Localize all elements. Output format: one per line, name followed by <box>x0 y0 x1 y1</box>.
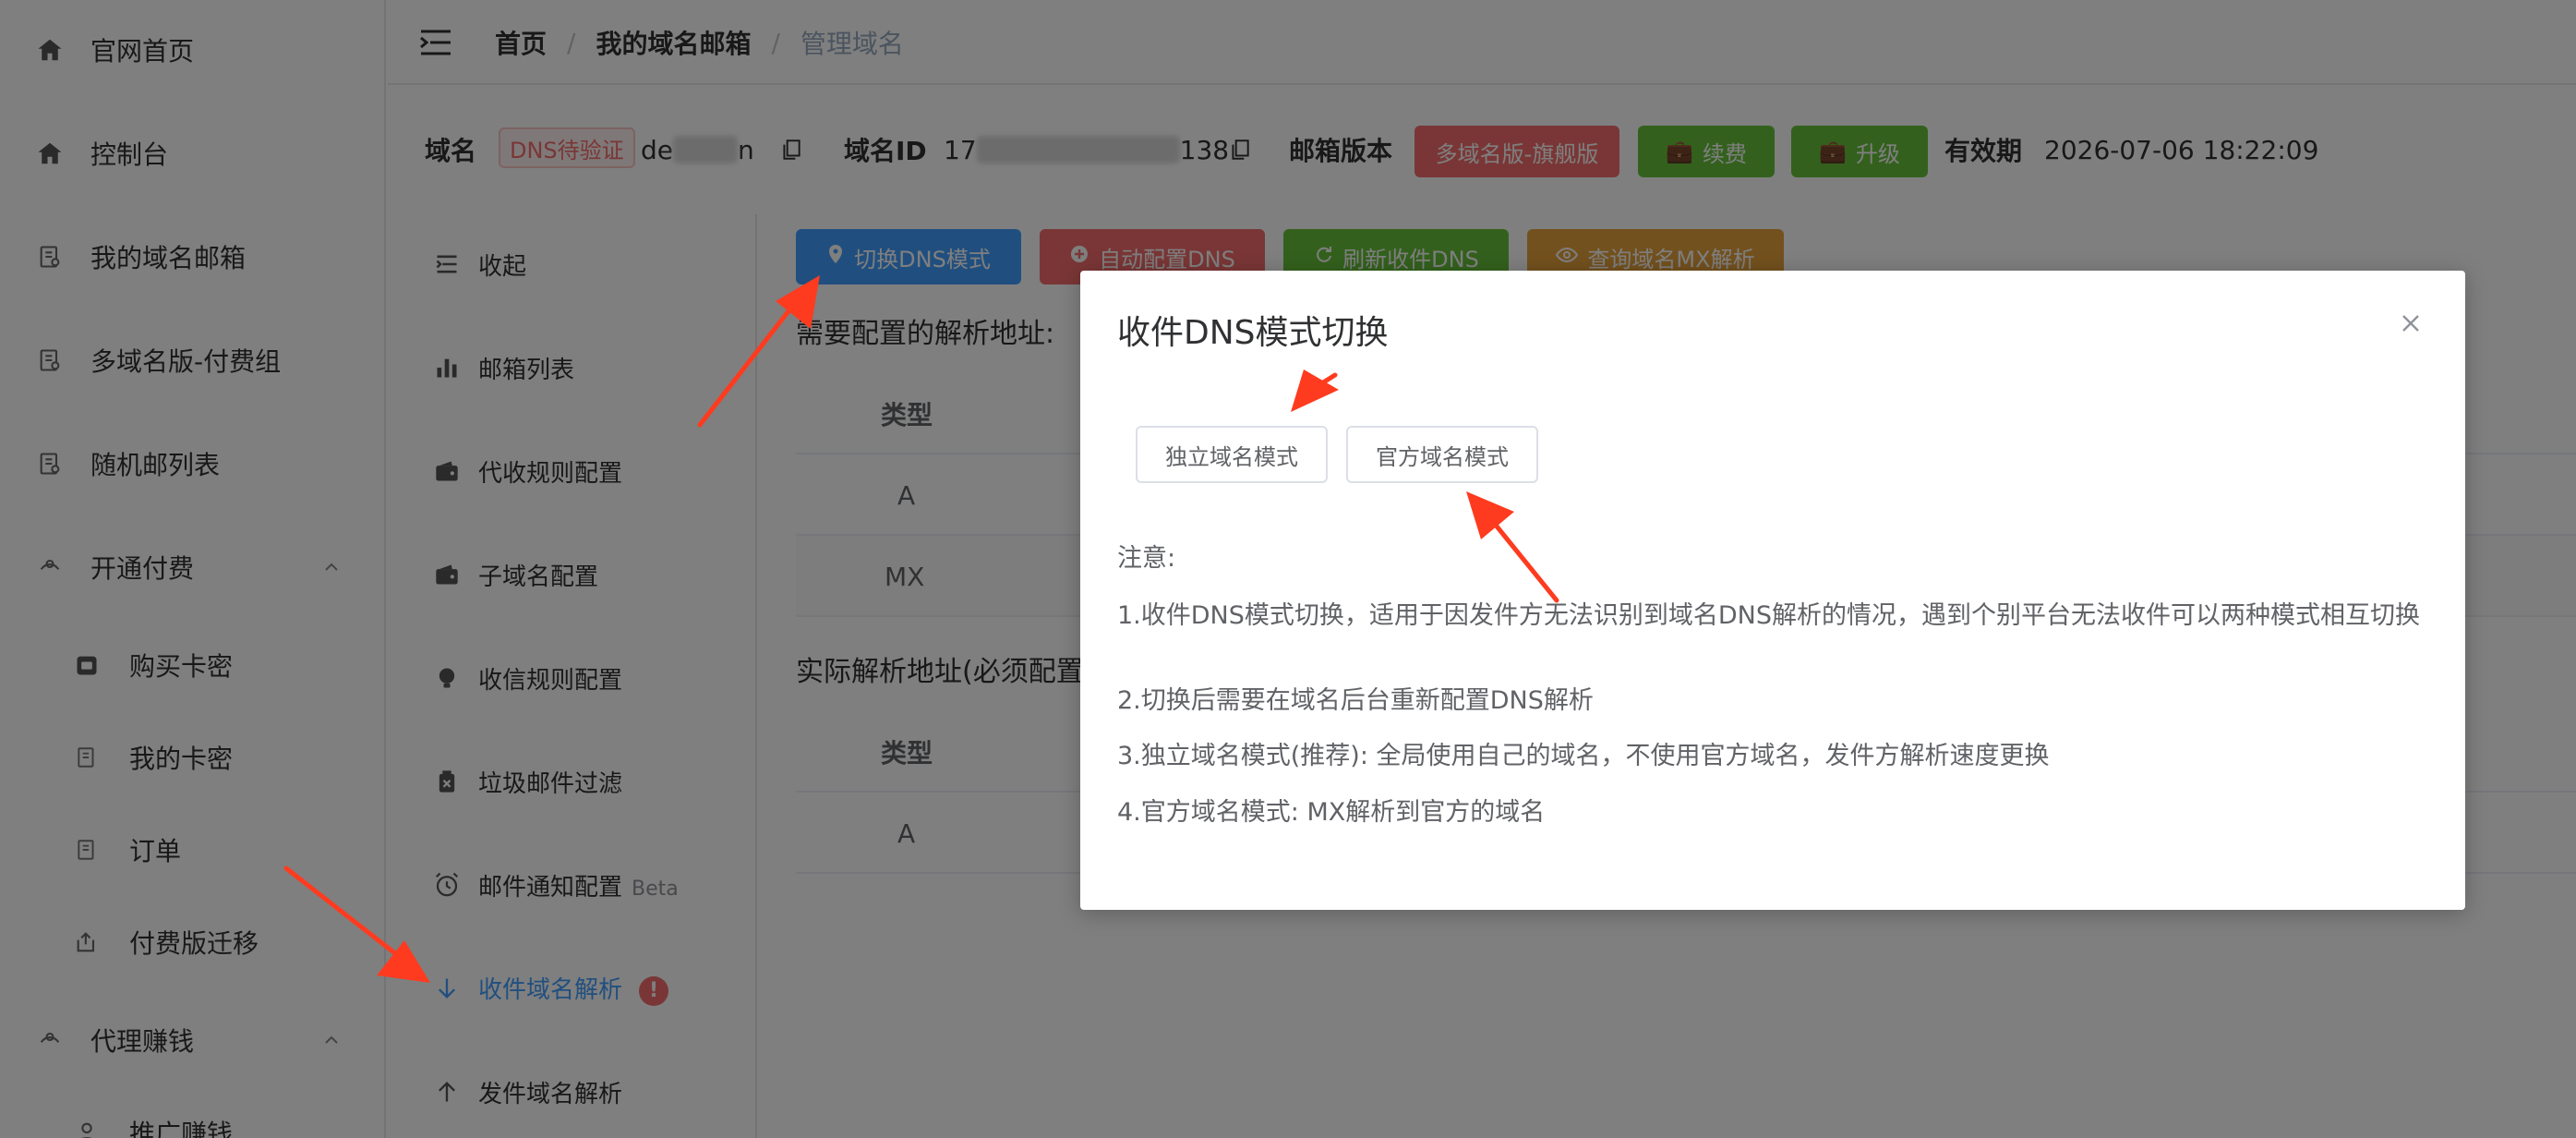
official-domain-mode-button[interactable]: 官方域名模式 <box>1346 426 1538 483</box>
note-4: 4.官方域名模式: MX解析到官方的域名 <box>1117 798 1546 827</box>
independent-domain-mode-button[interactable]: 独立域名模式 <box>1136 426 1328 483</box>
note-2: 2.切换后需要在域名后台重新配置DNS解析 <box>1117 686 1594 715</box>
close-icon[interactable] <box>2395 308 2426 339</box>
note-3: 3.独立域名模式(推荐): 全局使用自己的域名，不使用官方域名，发件方解析速度更… <box>1117 742 2050 770</box>
dialog-title: 收件DNS模式切换 <box>1117 314 1389 352</box>
notes-title: 注意: <box>1117 544 1176 573</box>
dns-mode-switch-dialog: 收件DNS模式切换 独立域名模式 官方域名模式 注意: 1.收件DNS模式切换，… <box>1080 271 2465 910</box>
note-1: 1.收件DNS模式切换，适用于因发件方无法识别到域名DNS解析的情况，遇到个别平… <box>1117 601 2421 630</box>
